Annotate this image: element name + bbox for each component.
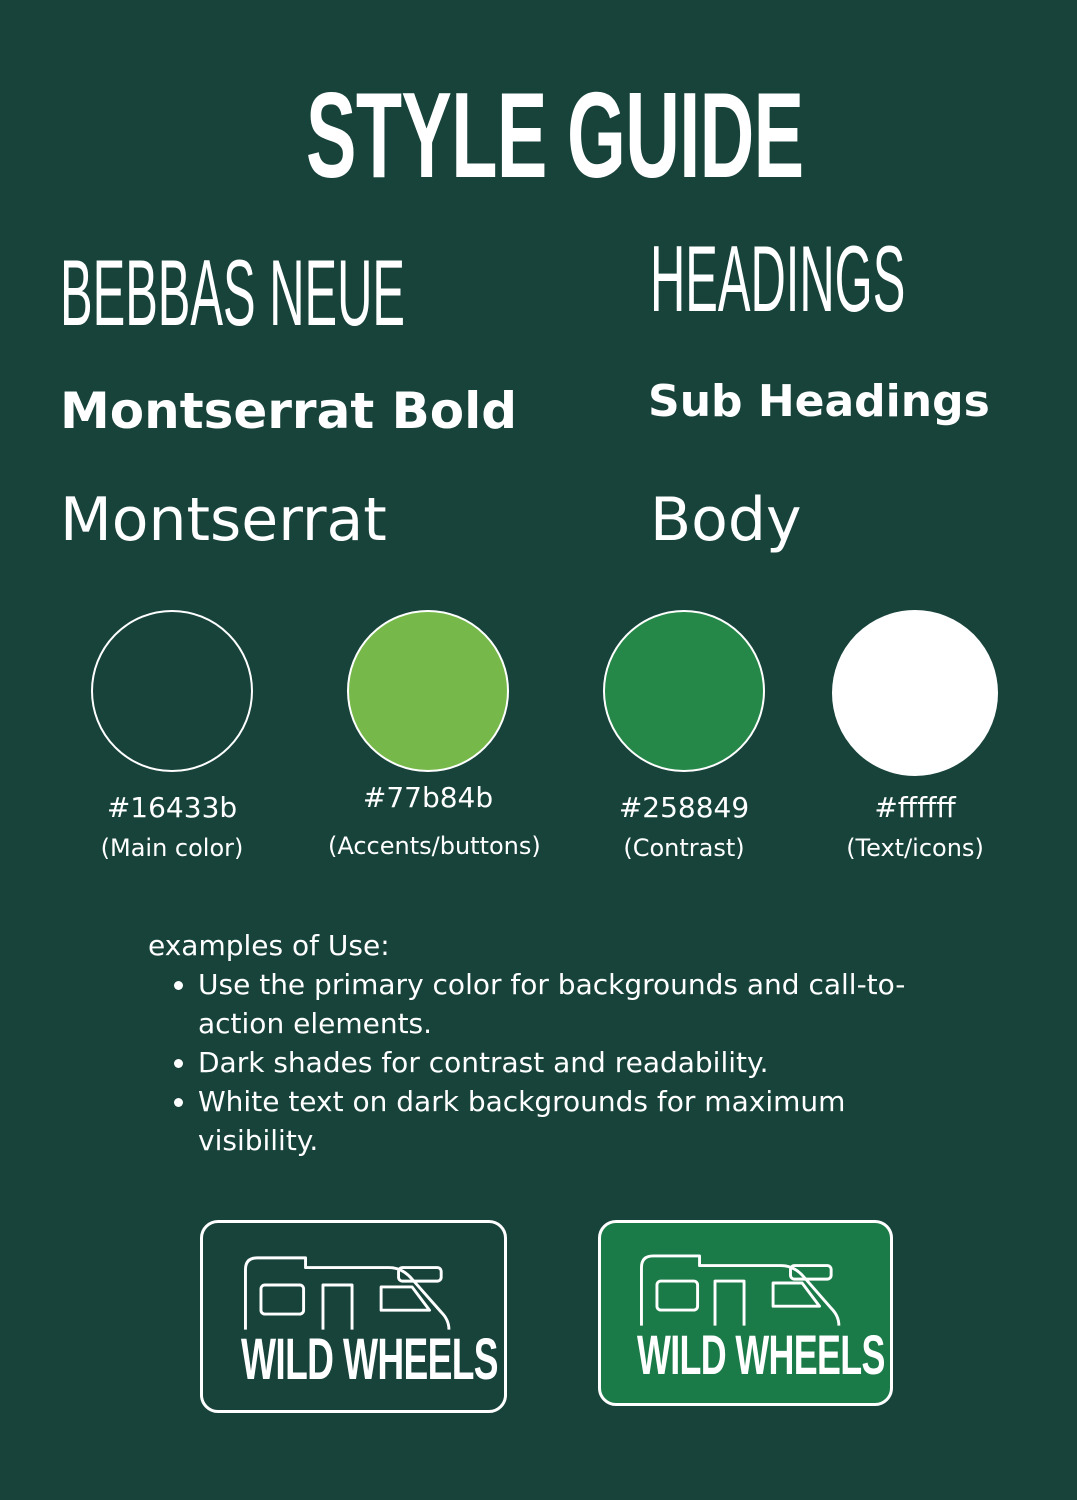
body-font-name: Montserrat [60, 485, 387, 555]
subheading-font-name: Montserrat Bold [60, 382, 518, 440]
swatch-circle [91, 610, 253, 772]
swatch-hex: #258849 [618, 791, 750, 824]
swatch-label: (Contrast) [623, 834, 745, 862]
swatch-circle [603, 610, 765, 772]
usage-notes: examples of Use: Use the primary color f… [148, 926, 968, 1160]
color-swatch-accent: #77b84b (Accents/buttons) [328, 610, 541, 860]
subheading-sample: Sub Headings [648, 376, 990, 427]
swatch-label: (Main color) [100, 834, 244, 862]
heading-sample: HEADINGS [650, 226, 906, 331]
usage-list: Use the primary color for backgrounds an… [148, 965, 968, 1160]
swatch-label: (Accents/buttons) [328, 832, 541, 860]
swatch-hex: #ffffff [874, 791, 956, 824]
usage-item: Dark shades for contrast and readability… [198, 1043, 968, 1082]
color-swatch-contrast: #258849 (Contrast) [584, 610, 784, 860]
logo-wordmark: WILD WHEELS [241, 1327, 499, 1392]
usage-item: Use the primary color for backgrounds an… [198, 965, 968, 1043]
logo-dark-variant: WILD WHEELS [200, 1220, 507, 1413]
swatch-hex: #77b84b [362, 781, 494, 814]
page-title: STYLE GUIDE [306, 67, 804, 203]
style-guide-page: STYLE GUIDE BEBBAS NEUE HEADINGS Montser… [0, 0, 1077, 1500]
logo-wordmark: WILD WHEELS [637, 1323, 885, 1386]
swatch-label: (Text/icons) [846, 834, 984, 862]
swatch-circle [832, 610, 998, 776]
color-swatch-main: #16433b (Main color) [72, 610, 272, 860]
swatch-hex: #16433b [106, 791, 238, 824]
logo-green-variant: WILD WHEELS [598, 1220, 893, 1406]
usage-intro: examples of Use: [148, 929, 390, 962]
swatch-circle [347, 610, 509, 772]
body-sample: Body [650, 485, 802, 555]
color-swatch-text: #ffffff (Text/icons) [815, 610, 1015, 860]
heading-font-name: BEBBAS NEUE [60, 240, 406, 345]
usage-item: White text on dark backgrounds for maxim… [198, 1082, 968, 1160]
